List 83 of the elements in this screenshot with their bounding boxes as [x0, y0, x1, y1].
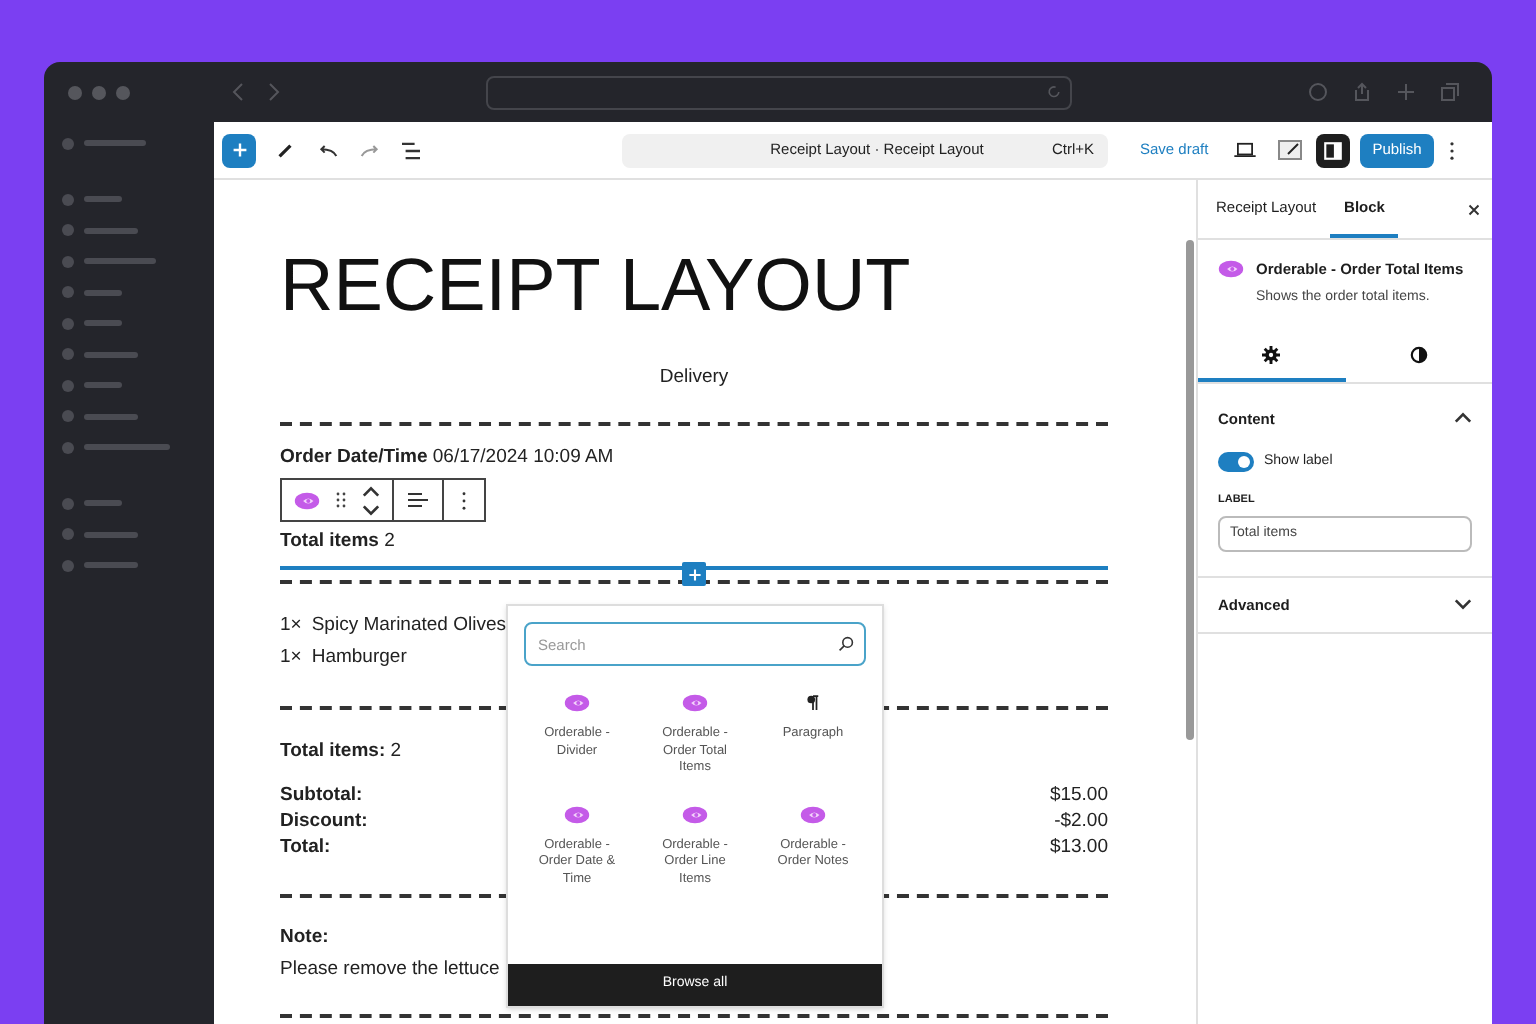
list-view-icon[interactable]: [400, 141, 422, 159]
redo-icon[interactable]: [360, 143, 380, 157]
settings-icon: [1262, 346, 1281, 365]
menu-item-placeholder[interactable]: [84, 413, 139, 419]
menu-item-icon[interactable]: [62, 137, 74, 149]
menu-item-placeholder[interactable]: [84, 196, 122, 202]
amount-value: $15.00: [1049, 781, 1108, 807]
menu-item-placeholder[interactable]: [84, 382, 122, 388]
back-icon[interactable]: [232, 82, 244, 102]
menu-item-icon[interactable]: [62, 255, 74, 267]
plus-icon: [687, 567, 701, 581]
address-bar[interactable]: [486, 75, 1072, 109]
toggle-switch[interactable]: [1218, 452, 1254, 473]
search-icon: [838, 636, 854, 652]
item-quantity: 1×: [280, 644, 302, 672]
pilcrow-icon: [806, 694, 820, 712]
menu-item-icon[interactable]: [62, 497, 74, 509]
menu-item-placeholder[interactable]: [84, 531, 139, 537]
contrast-icon: [1409, 346, 1428, 365]
order-date-line: Order Date/Time 06/17/2024 10:09 AM: [280, 444, 614, 473]
more-options-icon[interactable]: [1449, 141, 1454, 159]
amount-value: -$2.00: [1054, 807, 1108, 833]
laptop-icon[interactable]: [1234, 142, 1257, 158]
menu-item-icon[interactable]: [62, 193, 74, 205]
sidebar-icon: [1324, 141, 1343, 159]
chevron-down-icon[interactable]: [1454, 598, 1472, 611]
share-icon[interactable]: [1352, 82, 1372, 102]
note-label: Note:: [280, 923, 331, 951]
orderable-icon: [800, 805, 826, 823]
orderable-icon: [682, 694, 708, 712]
scrollbar[interactable]: [1186, 240, 1194, 740]
pencil-icon[interactable]: [276, 141, 294, 159]
undo-icon[interactable]: [318, 143, 338, 157]
close-icon[interactable]: [1468, 203, 1480, 215]
item-name: Spicy Marinated Olives: [311, 611, 506, 640]
menu-item-icon[interactable]: [62, 286, 74, 298]
chevron-down-icon[interactable]: [362, 503, 380, 515]
menu-item-placeholder[interactable]: [84, 562, 139, 568]
menu-item-placeholder[interactable]: [84, 320, 122, 326]
menu-item-icon[interactable]: [62, 441, 74, 453]
settings-toggle[interactable]: [1316, 133, 1351, 167]
reload-icon[interactable]: [1046, 84, 1062, 100]
menu-item-icon[interactable]: [62, 410, 74, 422]
plus-icon: [231, 142, 247, 158]
insert-block-button[interactable]: [682, 562, 706, 586]
edit-icon[interactable]: [1278, 140, 1303, 160]
drag-handle-icon[interactable]: [336, 492, 346, 508]
align-icon[interactable]: [408, 492, 428, 508]
block-insert-line[interactable]: [280, 565, 1108, 570]
orderable-icon: [564, 694, 590, 712]
menu-item-placeholder[interactable]: [84, 258, 156, 264]
orderable-icon: [564, 805, 590, 823]
item-name: Hamburger: [311, 644, 407, 672]
delivery-label: Delivery: [657, 364, 731, 392]
forward-icon[interactable]: [268, 82, 280, 102]
menu-item-placeholder[interactable]: [84, 351, 139, 357]
orderable-icon: [682, 805, 708, 823]
amount-label: Discount:: [280, 807, 368, 833]
menu-item-placeholder[interactable]: [84, 500, 122, 506]
block-type-icon: [294, 491, 320, 509]
menu-item-icon[interactable]: [62, 224, 74, 236]
total-items-line: Total items 2: [280, 527, 395, 555]
menu-item-icon[interactable]: [62, 348, 74, 360]
chevron-up-icon[interactable]: [362, 485, 380, 497]
item-count-line: Total items: 2: [280, 738, 402, 767]
note-text: Please remove the lettuce: [280, 955, 500, 984]
tabs-icon[interactable]: [1440, 82, 1460, 102]
receipt-title: RECEIPT LAYOUT: [280, 246, 913, 326]
add-block-button[interactable]: [222, 133, 256, 167]
item-quantity: 1×: [280, 611, 302, 640]
menu-item-placeholder[interactable]: [84, 227, 139, 233]
menu-item-placeholder[interactable]: [84, 289, 122, 295]
amount-value: $13.00: [1049, 833, 1108, 859]
amount-label: Total:: [280, 833, 331, 859]
plus-icon[interactable]: [1396, 82, 1416, 102]
menu-item-icon[interactable]: [62, 317, 74, 329]
block-icon: [1218, 260, 1244, 278]
menu-item-icon[interactable]: [62, 559, 74, 571]
menu-item-icon[interactable]: [62, 528, 74, 540]
menu-item-placeholder[interactable]: [84, 140, 146, 146]
chevron-up-icon[interactable]: [1454, 412, 1472, 425]
amount-label: Subtotal:: [280, 781, 363, 807]
menu-item-icon[interactable]: [62, 379, 74, 391]
